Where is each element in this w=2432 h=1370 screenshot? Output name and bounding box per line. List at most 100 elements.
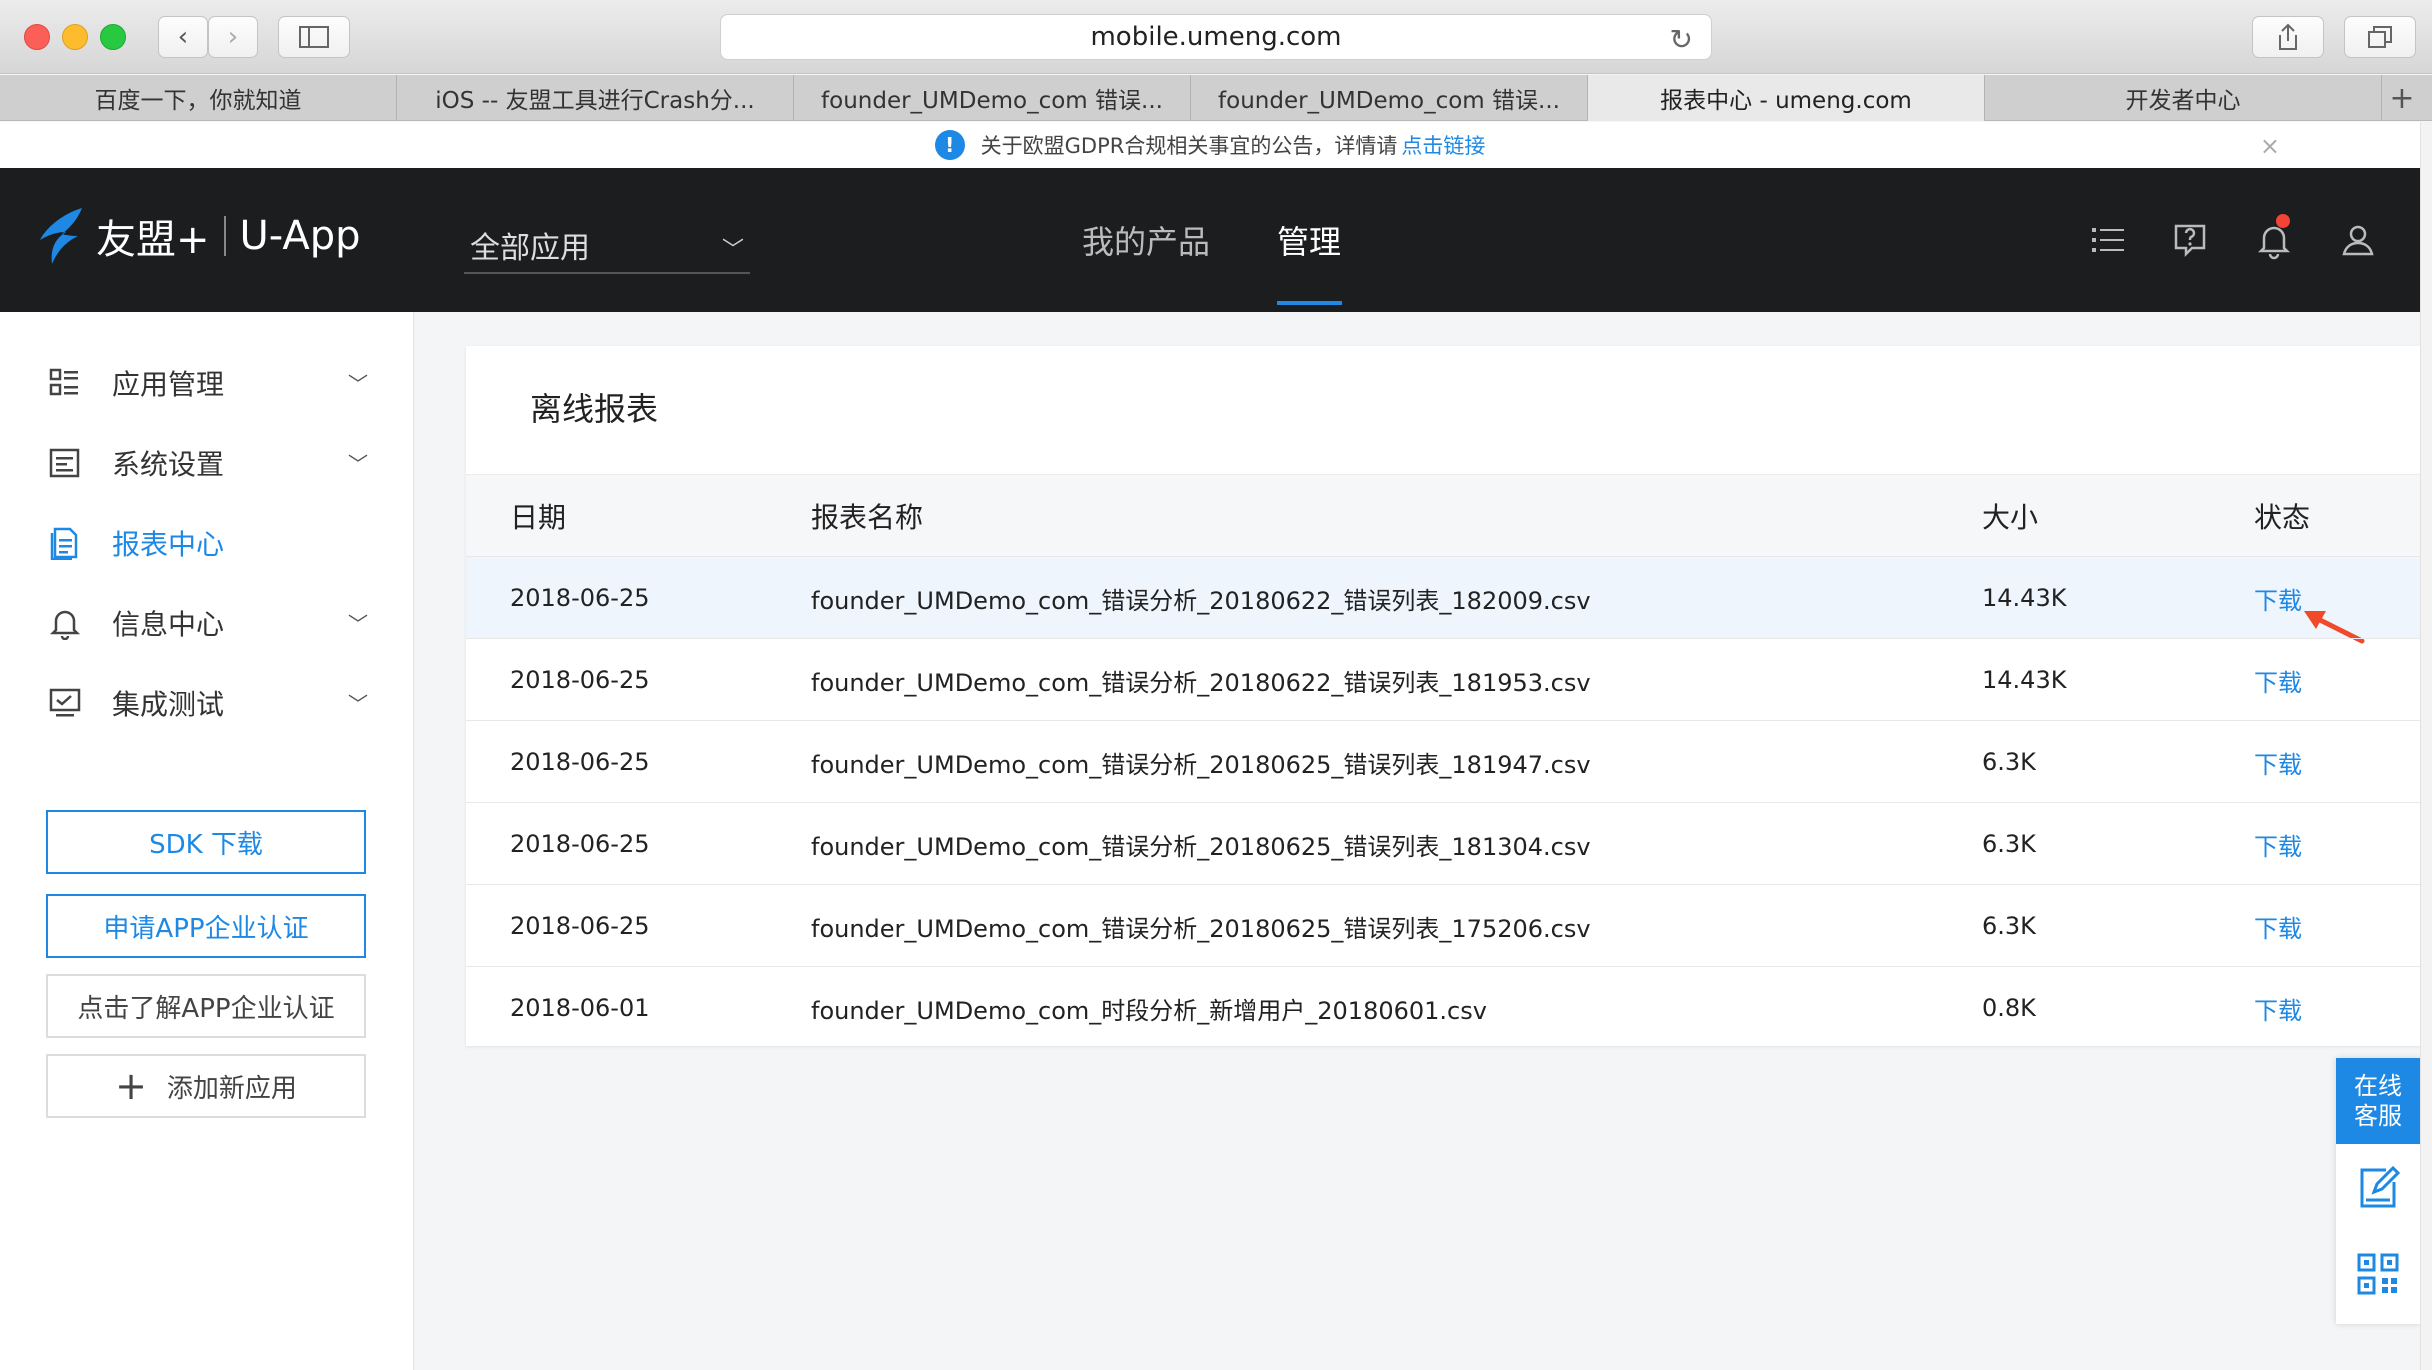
sidebar-item-report-center[interactable]: 报表中心 [48, 518, 368, 568]
learn-enterprise-cert-button[interactable]: 点击了解APP企业认证 [46, 974, 366, 1038]
sidebar: 应用管理 ﹀ 系统设置 ﹀ 报表中心 信息中心 ﹀ 集成测试 ﹀ SDK 下载 … [0, 312, 414, 1370]
cell-date: 2018-06-25 [510, 666, 650, 694]
column-header-status: 状态 [2254, 501, 2311, 534]
browser-tab[interactable]: founder_UMDemo_com 错误... [1191, 75, 1588, 121]
sdk-download-button[interactable]: SDK 下载 [46, 810, 366, 874]
sidebar-item-app-management[interactable]: 应用管理 ﹀ [48, 358, 368, 408]
cell-name: founder_UMDemo_com_错误分析_20180622_错误列表_18… [811, 586, 1591, 615]
browser-tab[interactable]: 百度一下，你就知道 [0, 75, 397, 121]
app-grid-icon [49, 368, 78, 396]
help-icon[interactable] [2170, 220, 2210, 260]
qr-code-icon[interactable] [2356, 1252, 2400, 1296]
sidebar-toggle-button[interactable] [278, 16, 350, 58]
close-icon[interactable]: × [2260, 132, 2280, 160]
product-name: U-App [239, 213, 361, 259]
sidebar-item-label: 集成测试 [112, 688, 225, 721]
plus-icon: + [115, 1064, 147, 1108]
cell-name: founder_UMDemo_com_错误分析_20180622_错误列表_18… [811, 668, 1591, 697]
info-icon: ! [934, 130, 965, 160]
table-header: 日期 报表名称 大小 状态 [466, 474, 2420, 556]
notification-bell-icon[interactable] [2254, 220, 2294, 260]
notice-text: 关于欧盟GDPR合规相关事宜的公告，详情请 [980, 134, 1398, 158]
apply-enterprise-cert-button[interactable]: 申请APP企业认证 [46, 894, 366, 958]
cell-date: 2018-06-25 [510, 912, 650, 940]
chevron-down-icon: ﹀ [348, 692, 368, 716]
online-service-button[interactable]: 在线客服 [2336, 1058, 2420, 1144]
tab-bar: 百度一下，你就知道 iOS -- 友盟工具进行Crash分... founder… [0, 75, 2432, 121]
nav-active-indicator [1277, 301, 1342, 305]
app-select-value: 全部应用 [470, 231, 590, 266]
download-link[interactable]: 下载 [2254, 885, 2302, 967]
notice-link[interactable]: 点击链接 [1401, 130, 1485, 160]
back-button[interactable]: ‹ [158, 16, 208, 58]
table-row: 2018-06-25 founder_UMDemo_com_错误分析_20180… [466, 638, 2420, 720]
browser-tab-active[interactable]: 报表中心 - umeng.com [1588, 75, 1985, 121]
user-icon[interactable] [2338, 220, 2378, 260]
umeng-logo[interactable]: 友盟+ U-App [32, 206, 361, 266]
column-header-date: 日期 [510, 501, 567, 534]
cell-name: founder_UMDemo_com_错误分析_20180625_错误列表_18… [811, 832, 1591, 861]
sidebar-item-label: 信息中心 [112, 608, 225, 641]
browser-tab[interactable]: founder_UMDemo_com 错误... [794, 75, 1191, 121]
tabs-overview-icon [2368, 26, 2392, 48]
table-row: 2018-06-25 founder_UMDemo_com_错误分析_20180… [466, 884, 2420, 966]
new-tab-button[interactable]: + [2382, 75, 2422, 121]
reload-icon[interactable]: ↻ [1670, 23, 1693, 56]
add-new-app-label: 添加新应用 [166, 1073, 297, 1104]
sidebar-item-label: 报表中心 [112, 528, 225, 561]
gdpr-notice-bar: ! 关于欧盟GDPR合规相关事宜的公告，详情请 点击链接 × [0, 122, 2420, 168]
chevron-down-icon: ﹀ [348, 372, 368, 396]
browser-window: ‹ › mobile.umeng.com ↻ 百度一下，你就知道 iOS -- … [0, 0, 2432, 1370]
app-select-dropdown[interactable]: 全部应用 ﹀ [464, 218, 750, 274]
list-icon[interactable] [2088, 220, 2128, 260]
download-link[interactable]: 下载 [2254, 803, 2302, 885]
sidebar-item-label: 应用管理 [112, 368, 225, 401]
chevron-right-icon: › [227, 22, 239, 52]
report-doc-icon [50, 527, 78, 560]
cell-name: founder_UMDemo_com_错误分析_20180625_错误列表_18… [811, 750, 1591, 779]
download-link[interactable]: 下载 [2254, 967, 2302, 1049]
sidebar-item-system-settings[interactable]: 系统设置 ﹀ [48, 438, 368, 488]
table-row: 2018-06-25 founder_UMDemo_com_错误分析_20180… [466, 720, 2420, 802]
cell-date: 2018-06-25 [510, 748, 650, 776]
close-window-button[interactable] [24, 24, 50, 50]
tabs-overview-button[interactable] [2344, 16, 2416, 58]
minimize-window-button[interactable] [62, 24, 88, 50]
sidebar-icon [299, 26, 329, 48]
share-button[interactable] [2252, 16, 2324, 58]
cell-name: founder_UMDemo_com_错误分析_20180625_错误列表_17… [811, 914, 1591, 943]
download-link[interactable]: 下载 [2254, 721, 2302, 803]
nav-manage[interactable]: 管理 [1277, 168, 1341, 312]
floating-service-bar: 在线客服 [2336, 1058, 2420, 1324]
panel-title: 离线报表 [530, 390, 659, 428]
table-row: 2018-06-01 founder_UMDemo_com_时段分析_新增用户_… [466, 966, 2420, 1048]
browser-tab[interactable]: 开发者中心 [1985, 75, 2382, 121]
sidebar-item-label: 系统设置 [112, 448, 225, 481]
app-header: 友盟+ U-App 全部应用 ﹀ 我的产品 管理 [0, 168, 2420, 312]
logo-divider [223, 216, 226, 256]
table-row: 2018-06-25 founder_UMDemo_com_错误分析_20180… [466, 802, 2420, 884]
table-row: 2018-06-25 founder_UMDemo_com_错误分析_20180… [466, 556, 2420, 644]
page-scrollbar[interactable] [2420, 122, 2432, 1370]
monitor-check-icon [49, 688, 81, 717]
address-bar[interactable]: mobile.umeng.com ↻ [720, 14, 1712, 60]
umeng-bird-icon [40, 208, 82, 264]
forward-button[interactable]: › [208, 16, 258, 58]
add-new-app-button[interactable]: + 添加新应用 [46, 1054, 366, 1118]
sidebar-item-message-center[interactable]: 信息中心 ﹀ [48, 598, 368, 648]
cell-size: 6.3K [1982, 748, 2036, 776]
settings-panel-icon [49, 448, 80, 478]
feedback-edit-icon[interactable] [2356, 1166, 2400, 1210]
cell-size: 14.43K [1982, 666, 2067, 694]
zoom-window-button[interactable] [100, 24, 126, 50]
sidebar-item-integration-test[interactable]: 集成测试 ﹀ [48, 678, 368, 728]
brand-name: 友盟+ [96, 217, 210, 263]
browser-tab[interactable]: iOS -- 友盟工具进行Crash分... [397, 75, 794, 121]
cell-date: 2018-06-25 [510, 830, 650, 858]
notification-badge [2276, 214, 2290, 228]
nav-my-products[interactable]: 我的产品 [1082, 168, 1210, 312]
browser-titlebar: ‹ › mobile.umeng.com ↻ [0, 0, 2432, 74]
cell-size: 14.43K [1982, 584, 2067, 612]
download-link[interactable]: 下载 [2254, 639, 2302, 721]
download-link[interactable]: 下载 [2254, 557, 2302, 639]
